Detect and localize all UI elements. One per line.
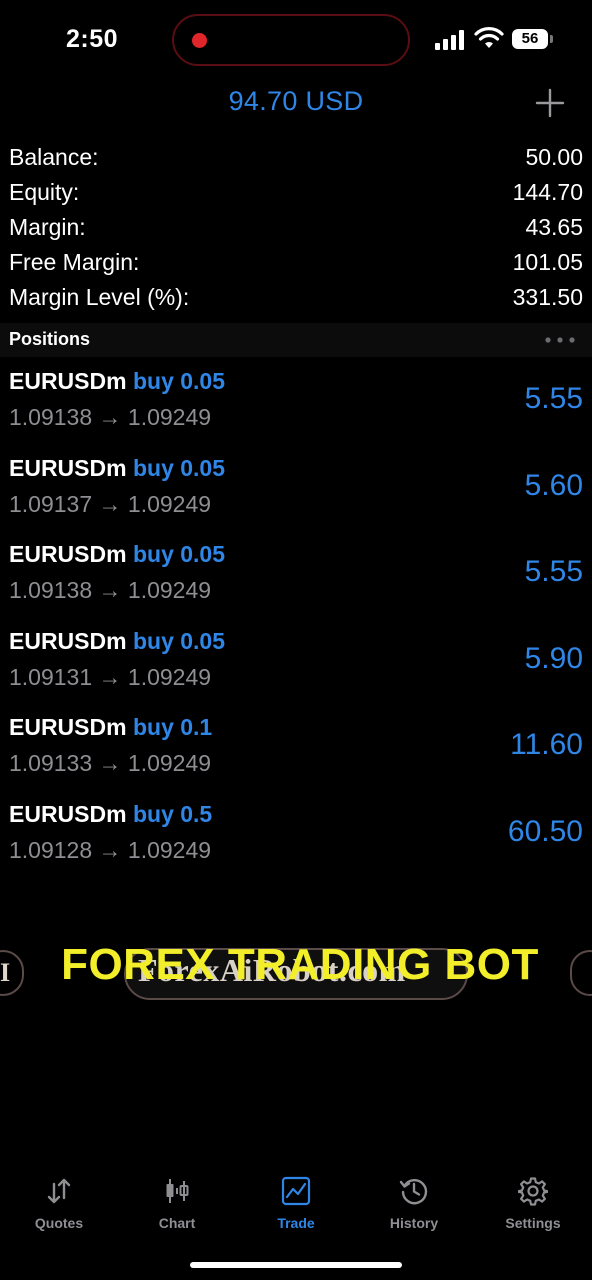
summary-row-margin: Margin: 43.65 <box>0 208 592 243</box>
recording-indicator-icon <box>192 33 207 48</box>
tab-trade[interactable]: Trade <box>246 1168 346 1238</box>
position-prices: 1.09128 → 1.09249 <box>9 836 212 863</box>
gear-icon <box>518 1177 548 1206</box>
position-profit: 5.55 <box>524 382 583 415</box>
position-side: buy 0.05 <box>132 627 226 654</box>
tab-chart[interactable]: Chart <box>127 1168 227 1238</box>
tab-label: Quotes <box>34 1215 84 1231</box>
positions-title: Positions <box>9 329 91 349</box>
history-clock-icon <box>399 1179 428 1205</box>
position-symbol: EURUSDm buy 0.05 <box>9 541 225 568</box>
position-row[interactable]: EURUSDm buy 0.05 1.09131 → 1.09249 5.90 <box>0 624 592 711</box>
summary-value: 50.00 <box>525 144 583 170</box>
trade-chart-icon <box>281 1176 311 1206</box>
position-profit: 5.60 <box>524 468 583 502</box>
battery-nub <box>550 35 553 43</box>
summary-label: Margin Level (%): <box>9 284 190 310</box>
position-profit: 5.55 <box>524 555 583 588</box>
account-balance-title: 94.70 USD <box>228 86 364 116</box>
positions-section-header: Positions <box>0 323 592 357</box>
tab-label: Trade <box>277 1215 315 1231</box>
position-symbol: EURUSDm buy 0.05 <box>9 628 225 655</box>
position-row[interactable]: EURUSDm buy 0.5 1.09128 → 1.09249 60.50 <box>0 797 592 884</box>
position-prices: 1.09133 → 1.09249 <box>9 750 212 776</box>
candlestick-icon <box>166 1179 189 1203</box>
symbol-name: EURUSDm <box>9 454 127 481</box>
quotes-arrows-icon <box>47 1178 71 1204</box>
symbol-name: EURUSDm <box>9 714 127 740</box>
summary-row-balance: Balance: 50.00 <box>0 138 592 173</box>
status-time: 2:50 <box>66 25 119 53</box>
position-prices: 1.09137 → 1.09249 <box>9 490 212 517</box>
summary-row-margin-level: Margin Level (%): 331.50 <box>0 278 592 313</box>
position-side: buy 0.05 <box>132 541 226 567</box>
positions-list: EURUSDm buy 0.05 1.09138 → 1.09249 5.55 … <box>0 364 592 883</box>
summary-label: Margin: <box>9 214 86 240</box>
position-prices: 1.09131 → 1.09249 <box>9 663 212 690</box>
position-row[interactable]: EURUSDm buy 0.05 1.09137 → 1.09249 5.60 <box>0 451 592 538</box>
account-summary: Balance: 50.00 Equity: 144.70 Margin: 43… <box>0 138 592 313</box>
position-prices: 1.09138 → 1.09249 <box>9 404 212 430</box>
summary-label: Free Margin: <box>9 249 140 275</box>
position-profit: 60.50 <box>507 814 583 848</box>
symbol-name: EURUSDm <box>9 368 127 394</box>
position-side: buy 0.5 <box>132 800 213 827</box>
cellular-signal-icon <box>435 30 464 50</box>
position-side: buy 0.05 <box>132 454 226 481</box>
tab-label: Settings <box>505 1215 561 1231</box>
position-row[interactable]: EURUSDm buy 0.05 1.09138 → 1.09249 5.55 <box>0 364 592 451</box>
summary-row-free-margin: Free Margin: 101.05 <box>0 243 592 278</box>
symbol-name: EURUSDm <box>9 541 127 567</box>
tab-history[interactable]: History <box>364 1168 464 1238</box>
position-symbol: EURUSDm buy 0.5 <box>9 801 212 828</box>
symbol-name: EURUSDm <box>9 627 127 654</box>
symbol-name: EURUSDm <box>9 800 127 827</box>
home-indicator[interactable] <box>190 1262 402 1268</box>
summary-value: 101.05 <box>512 249 583 275</box>
tab-bar: Quotes Chart Trade History Settings <box>0 1168 592 1238</box>
add-order-button[interactable] <box>533 86 567 120</box>
position-symbol: EURUSDm buy 0.1 <box>9 714 212 741</box>
summary-value: 144.70 <box>512 179 583 205</box>
tab-settings[interactable]: Settings <box>483 1168 583 1238</box>
position-row[interactable]: EURUSDm buy 0.05 1.09138 → 1.09249 5.55 <box>0 537 592 624</box>
position-side: buy 0.05 <box>132 368 226 394</box>
wifi-icon <box>474 27 504 48</box>
position-symbol: EURUSDm buy 0.05 <box>9 455 225 482</box>
tab-quotes[interactable]: Quotes <box>9 1168 109 1238</box>
tab-label: History <box>389 1215 439 1231</box>
summary-label: Equity: <box>9 179 80 205</box>
position-side: buy 0.1 <box>132 714 213 740</box>
battery-icon: 56 <box>512 29 548 49</box>
summary-value: 43.65 <box>525 214 583 240</box>
position-symbol: EURUSDm buy 0.05 <box>9 368 225 395</box>
position-row[interactable]: EURUSDm buy 0.1 1.09133 → 1.09249 11.60 <box>0 710 592 797</box>
tab-label: Chart <box>158 1215 196 1231</box>
position-profit: 11.60 <box>510 728 583 761</box>
status-bar: 2:50 56 <box>0 0 592 80</box>
position-profit: 5.90 <box>524 641 583 675</box>
promo-caption: FOREX TRADING BOT <box>61 940 539 989</box>
summary-value: 331.50 <box>512 284 583 310</box>
more-options-icon[interactable] <box>545 337 575 343</box>
position-prices: 1.09138 → 1.09249 <box>9 577 212 603</box>
dynamic-island <box>172 14 410 66</box>
summary-label: Balance: <box>9 144 99 170</box>
summary-row-equity: Equity: 144.70 <box>0 173 592 208</box>
